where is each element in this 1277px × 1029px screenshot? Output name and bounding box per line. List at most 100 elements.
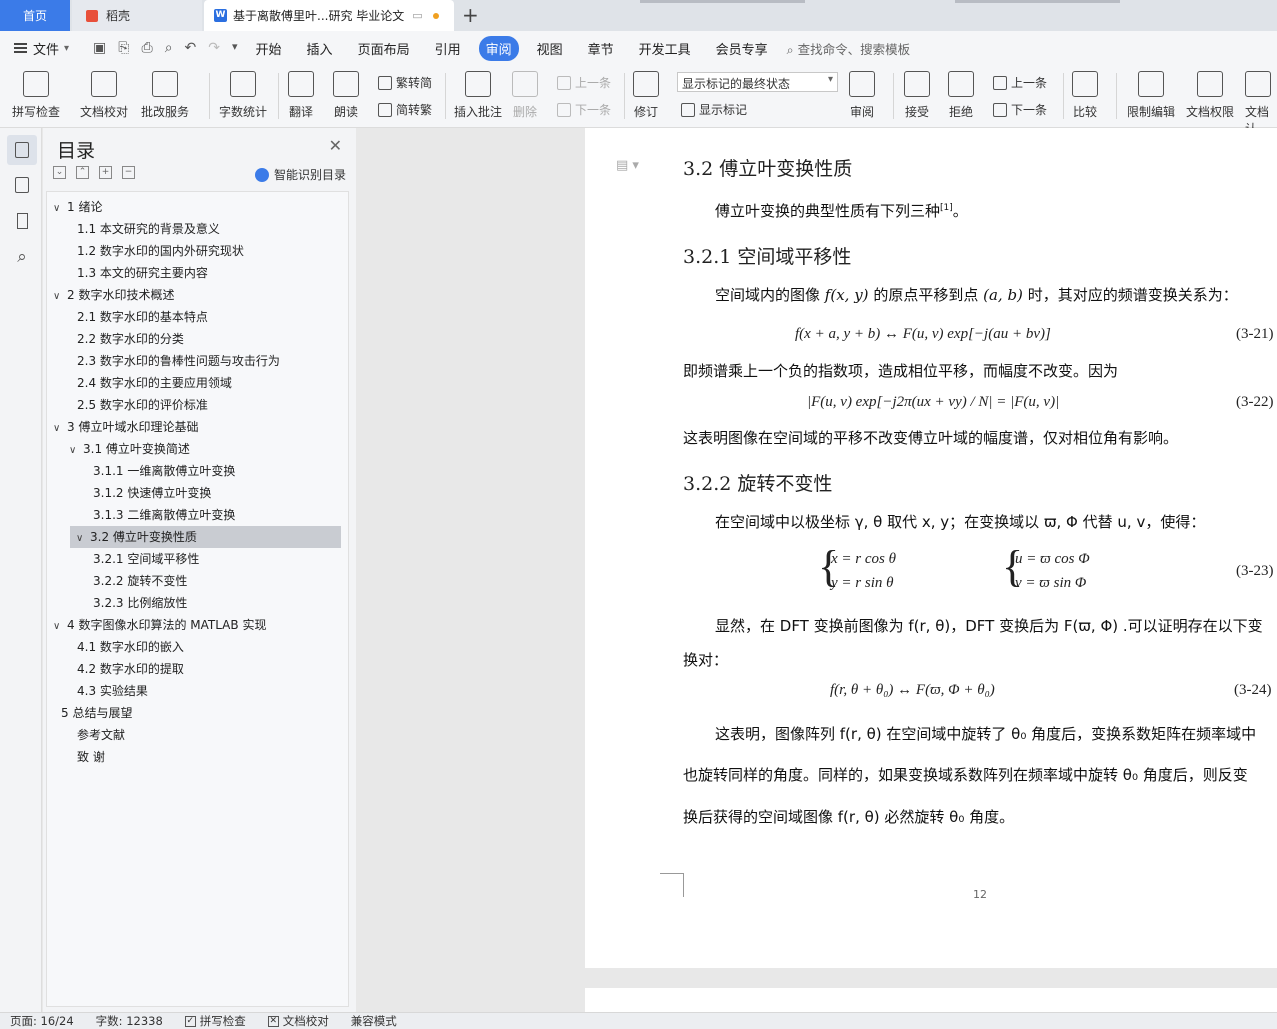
menu-tab-references[interactable]: 引用 xyxy=(435,36,461,61)
output-icon[interactable]: ⎘ xyxy=(118,40,129,56)
toc-item[interactable]: 1.1 本文研究的背景及意义 xyxy=(77,218,347,240)
new-tab-button[interactable]: + xyxy=(462,3,479,27)
read-aloud-button[interactable]: 朗读 xyxy=(333,71,359,120)
file-menu-button[interactable]: 文件 ▾ xyxy=(14,39,69,58)
toc-item[interactable]: 4.1 数字水印的嵌入 xyxy=(77,636,347,658)
toc-item[interactable]: 5 总结与展望 xyxy=(61,702,331,724)
chapter-nav-button[interactable] xyxy=(7,170,37,200)
tab-home[interactable]: 首页 xyxy=(0,0,70,31)
chevron-down-icon[interactable]: ∨ xyxy=(53,286,67,308)
compare-button[interactable]: 比较 xyxy=(1072,71,1098,120)
close-icon[interactable]: ✕ xyxy=(329,136,342,155)
redo-icon[interactable]: ↷ xyxy=(208,40,220,56)
chevron-down-icon[interactable]: ∨ xyxy=(53,198,67,220)
chevron-down-icon[interactable]: ∨ xyxy=(76,528,90,550)
toc-item[interactable]: 2.1 数字水印的基本特点 xyxy=(77,306,347,328)
proofread-status[interactable]: ✕ 文档校对 xyxy=(267,1013,329,1029)
doc-check-button[interactable]: 文档校对 xyxy=(80,71,128,120)
delete-comment-button[interactable]: 删除 xyxy=(512,71,538,120)
spell-check-button[interactable]: 拼写检查 xyxy=(12,71,60,120)
toc-item[interactable]: 3.2.1 空间域平移性 xyxy=(93,548,363,570)
smart-toc-button[interactable]: 智能识别目录 xyxy=(254,166,346,183)
chevron-down-icon[interactable]: ∨ xyxy=(69,440,83,462)
toc-item[interactable]: 3.1.1 一维离散傅立叶变换 xyxy=(93,460,363,482)
toc-item[interactable]: ∨ 3.1 傅立叶变换简述 xyxy=(69,438,339,460)
save-icon[interactable]: ▣ xyxy=(93,40,106,56)
print-icon[interactable]: ⎙ xyxy=(141,40,152,56)
customize-icon[interactable]: ▾ xyxy=(232,40,238,56)
review-pane-button[interactable]: 审阅 xyxy=(849,71,875,120)
toc-item[interactable]: 2.2 数字水印的分类 xyxy=(77,328,347,350)
prev-comment-button[interactable]: 上一条 xyxy=(557,74,611,91)
chevron-down-icon[interactable]: ∨ xyxy=(53,418,67,440)
undo-icon[interactable]: ↶ xyxy=(185,40,197,56)
find-button[interactable]: ⌕ xyxy=(7,242,37,272)
toc-item[interactable]: 3.2.3 比例缩放性 xyxy=(93,592,363,614)
trad-to-simp-button[interactable]: 繁转简 xyxy=(378,74,432,91)
toc-item[interactable]: ∨ 3.2 傅立叶变换性质 xyxy=(70,526,341,548)
menu-tab-review[interactable]: 审阅 xyxy=(478,35,519,61)
add-heading-icon[interactable]: + xyxy=(99,166,112,179)
collapse-all-icon[interactable]: ⌃ xyxy=(76,166,89,179)
bookmark-button[interactable] xyxy=(7,206,37,236)
spell-check-status[interactable]: ✓ 拼写检查 xyxy=(184,1013,246,1029)
toc-item[interactable]: 3.1.2 快速傅立叶变换 xyxy=(93,482,363,504)
tab-daoke[interactable]: 稻壳 xyxy=(72,0,202,31)
toc-item[interactable]: 3.1.3 二维离散傅立叶变换 xyxy=(93,504,363,526)
toc-item[interactable]: ∨ 2 数字水印技术概述 xyxy=(53,284,323,306)
menu-tab-developer[interactable]: 开发工具 xyxy=(639,36,691,61)
toc-item[interactable]: 4.3 实验结果 xyxy=(77,680,347,702)
monitor-icon[interactable]: ▭ xyxy=(412,9,422,22)
chevron-down-icon[interactable]: ∨ xyxy=(53,616,67,638)
toc-item[interactable]: 3.2.2 旋转不变性 xyxy=(93,570,363,592)
toc-item[interactable]: 2.4 数字水印的主要应用领域 xyxy=(77,372,347,394)
toc-item[interactable]: ∨ 3 傅立叶域水印理论基础 xyxy=(53,416,323,438)
command-search[interactable]: ⌕ 查找命令、搜索模板 xyxy=(787,39,911,58)
toc-item[interactable]: 1.2 数字水印的国内外研究现状 xyxy=(77,240,347,262)
toc-item[interactable]: ∨ 1 绪论 xyxy=(53,196,323,218)
restrict-editing-button[interactable]: 限制编辑 xyxy=(1127,71,1175,120)
toc-item[interactable]: 1.3 本文的研究主要内容 xyxy=(77,262,347,284)
remove-heading-icon[interactable]: − xyxy=(122,166,135,179)
doc-auth-icon xyxy=(1245,71,1271,97)
word-count-indicator[interactable]: 字数: 12338 xyxy=(96,1013,163,1029)
menu-tab-layout[interactable]: 页面布局 xyxy=(358,36,410,61)
tab-document[interactable]: W 基于离散傅里叶...研究 毕业论文 ▭ xyxy=(204,0,454,31)
translate-button[interactable]: 翻译 xyxy=(288,71,314,120)
toc-item[interactable]: 致 谢 xyxy=(77,746,347,768)
menu-tab-chapter[interactable]: 章节 xyxy=(588,36,614,61)
paragraph-text: 时，其对应的频谱变换关系为： xyxy=(1027,286,1238,304)
menu-tab-member[interactable]: 会员专享 xyxy=(716,36,768,61)
menu-tab-start[interactable]: 开始 xyxy=(256,36,282,61)
compat-mode: 兼容模式 xyxy=(350,1014,397,1028)
doc-permission-button[interactable]: 文档权限 xyxy=(1186,71,1234,120)
toc-item-label: 2 数字水印技术概述 xyxy=(67,288,175,302)
next-change-button[interactable]: 下一条 xyxy=(993,101,1047,118)
track-changes-button[interactable]: 修订 xyxy=(633,71,659,120)
show-markup-button[interactable]: 显示标记 xyxy=(681,101,747,118)
citation[interactable]: [1] xyxy=(940,203,953,213)
menu-tab-view[interactable]: 视图 xyxy=(537,36,563,61)
window-strip xyxy=(955,0,1120,3)
toc-panel-button[interactable] xyxy=(7,135,37,165)
reject-button[interactable]: 拒绝 xyxy=(948,71,974,120)
toc-item[interactable]: 2.3 数字水印的鲁棒性问题与攻击行为 xyxy=(77,350,347,372)
simp-to-trad-button[interactable]: 简转繁 xyxy=(378,101,432,118)
expand-all-icon[interactable]: ⌄ xyxy=(53,166,66,179)
accept-label: 接受 xyxy=(904,105,929,119)
print-preview-icon[interactable]: ⌕ xyxy=(165,40,173,56)
paragraph-menu-icon[interactable]: ▤ ▾ xyxy=(616,158,639,173)
toc-item[interactable]: ∨ 4 数字图像水印算法的 MATLAB 实现 xyxy=(53,614,323,636)
toc-item[interactable]: 4.2 数字水印的提取 xyxy=(77,658,347,680)
menu-tab-insert[interactable]: 插入 xyxy=(307,36,333,61)
toc-item[interactable]: 2.5 数字水印的评价标准 xyxy=(77,394,347,416)
toc-item[interactable]: 参考文献 xyxy=(77,724,347,746)
word-count-button[interactable]: 字数统计 xyxy=(219,71,267,120)
next-comment-button[interactable]: 下一条 xyxy=(557,101,611,118)
insert-comment-button[interactable]: 插入批注 xyxy=(454,71,502,120)
prev-change-button[interactable]: 上一条 xyxy=(993,74,1047,91)
page-indicator[interactable]: 页面: 16/24 xyxy=(10,1013,74,1029)
markup-state-select[interactable]: 显示标记的最终状态 xyxy=(677,72,838,92)
revise-service-button[interactable]: 批改服务 xyxy=(141,71,189,120)
accept-button[interactable]: 接受 xyxy=(904,71,930,120)
